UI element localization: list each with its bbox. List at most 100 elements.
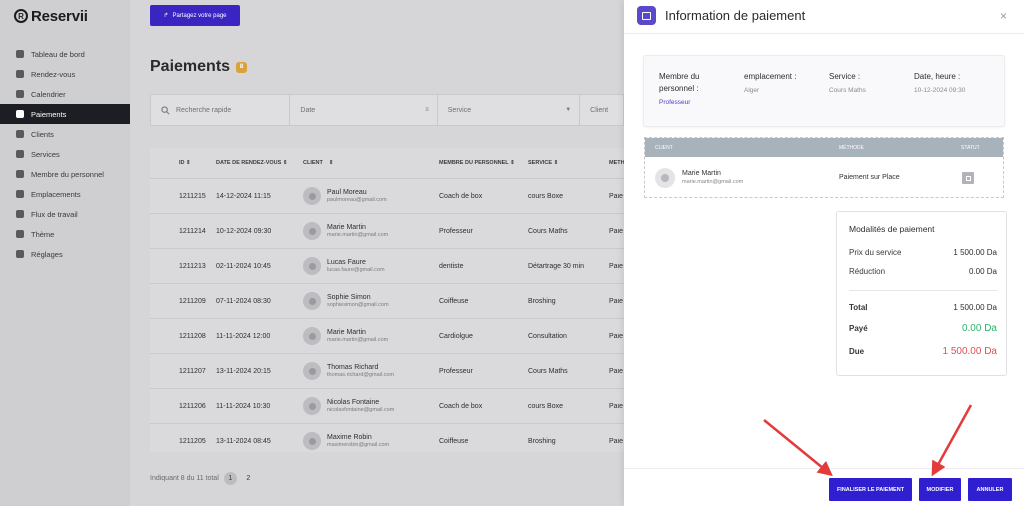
- cell-staff: Cardiolgue: [439, 332, 473, 340]
- page-2-button[interactable]: 2: [242, 472, 255, 485]
- cell-client: Paul Moreau paulmoreau@gmail.com: [303, 187, 439, 205]
- location-value: Alger: [744, 87, 760, 94]
- cell-staff: Coiffeuse: [439, 297, 469, 305]
- status-checkbox[interactable]: [962, 172, 974, 184]
- sidebar-item-calendar[interactable]: Calendrier: [0, 84, 130, 104]
- cell-method: Paie: [609, 437, 624, 445]
- avatar: [303, 222, 321, 240]
- staff-label: Membre du personnel :: [659, 72, 700, 93]
- client-name: Thomas Richard: [327, 364, 379, 371]
- count-badge: 8: [236, 61, 248, 73]
- cell-service: Broshing: [528, 437, 556, 445]
- client-email: paulmoreau@gmail.com: [327, 197, 387, 203]
- sidebar-item-theme[interactable]: Thème: [0, 224, 130, 244]
- pagination: Indiquant 8 du 11 total 1 2: [150, 472, 255, 485]
- sidebar-item-staff[interactable]: Membre du personnel: [0, 164, 130, 184]
- cell-staff: dentiste: [439, 262, 464, 270]
- close-icon[interactable]: ×: [1000, 9, 1007, 23]
- service-filter[interactable]: Service ▼: [438, 95, 581, 125]
- price-row: Prix du service 1 500.00 Da: [849, 248, 997, 257]
- brand-logo[interactable]: R Reservii: [14, 7, 88, 25]
- cancel-button[interactable]: Annuler: [968, 478, 1012, 501]
- cell-service: Cours Maths: [528, 367, 568, 375]
- client-email: marie.martin@gmail.com: [327, 232, 389, 238]
- panel-header: Information de paiement: [637, 6, 805, 25]
- workflow-icon: [16, 210, 24, 218]
- client-email: marie.martin@gmail.com: [327, 337, 389, 343]
- header-staff[interactable]: MEMBRE DU PERSONNEL ⇕: [439, 160, 528, 166]
- sidebar-item-workflow[interactable]: Flux de travail: [0, 204, 130, 224]
- avatar: [303, 397, 321, 415]
- table-row[interactable]: 1211208 11-11-2024 12:00 Marie Martin marie…: [150, 318, 624, 353]
- payment-info-panel: Information de paiement × Membre du pers…: [624, 0, 1024, 506]
- datetime-label: Date, heure :: [914, 72, 961, 81]
- cell-id: 1211206: [179, 402, 206, 410]
- avatar: [303, 327, 321, 345]
- cell-date: 13-11-2024 08:45: [216, 437, 271, 445]
- cell-client: Thomas Richard thomas.richard@gmail.com: [303, 362, 439, 380]
- sidebar-item-payments[interactable]: Paiements: [0, 104, 130, 124]
- cell-service: Cours Maths: [528, 227, 568, 235]
- location-icon: [16, 190, 24, 198]
- table-row[interactable]: 1211215 14-12-2024 11:15 Paul Moreau paulmo…: [150, 178, 624, 213]
- header-method[interactable]: METH: [609, 160, 624, 166]
- brand-name: Reservii: [31, 7, 88, 25]
- table-row[interactable]: 1211207 13-11-2024 20:15 Thomas Richard tho…: [150, 353, 624, 388]
- brand-mark-icon: R: [14, 9, 28, 23]
- sidebar-item-appointments[interactable]: Rendez-vous: [0, 64, 130, 84]
- cell-date: 07-11-2024 08:30: [216, 297, 271, 305]
- cell-service: cours Boxe: [528, 402, 564, 410]
- location-label: emplacement :: [744, 72, 797, 81]
- payment-method: Paiement sur Place: [839, 174, 900, 181]
- divider: [849, 290, 997, 291]
- avatar: [303, 187, 321, 205]
- users-icon: [16, 130, 24, 138]
- cell-method: Paie: [609, 367, 624, 375]
- panel-title: Information de paiement: [665, 8, 806, 23]
- page-1-button[interactable]: 1: [223, 472, 237, 485]
- table-row[interactable]: 1211206 11-11-2024 10:30 Nicolas Fontaine n…: [150, 388, 624, 423]
- sidebar-item-clients[interactable]: Clients: [0, 124, 130, 144]
- cell-id: 1211207: [179, 367, 206, 375]
- table-row[interactable]: 1211205 13-11-2024 08:45 Maxime Robin maxim…: [150, 423, 624, 458]
- table-header: ID ⇕ DATE DE RENDEZ-VOUS ⇕ CLIENT ⇕ MEMB…: [150, 148, 624, 178]
- user-icon: [16, 170, 24, 178]
- header-service[interactable]: SERVICE ⇕: [528, 160, 609, 166]
- header-id[interactable]: ID ⇕: [150, 160, 216, 166]
- sidebar: R Reservii Tableau de bord Rendez-vous C…: [0, 0, 130, 506]
- service-value: Cours Maths: [829, 87, 866, 94]
- header-client[interactable]: CLIENT ⇕: [303, 160, 439, 166]
- finalize-payment-button[interactable]: Finaliser le paiement: [829, 478, 912, 501]
- staff-value[interactable]: Professeur: [659, 99, 729, 106]
- cell-method: Paie: [609, 402, 624, 410]
- date-range-icon: ≡: [425, 107, 429, 113]
- list-icon: [16, 150, 24, 158]
- calendar-icon: [16, 90, 24, 98]
- sidebar-item-locations[interactable]: Emplacements: [0, 184, 130, 204]
- client-name: Lucas Faure: [327, 259, 366, 266]
- table-row[interactable]: 1211209 07-11-2024 08:30 Sophie Simon sophi…: [150, 283, 624, 318]
- client-filter[interactable]: Client: [580, 95, 623, 125]
- search-icon: [161, 105, 170, 114]
- cell-id: 1211213: [179, 262, 206, 270]
- clock-icon: [16, 70, 24, 78]
- sidebar-item-dashboard[interactable]: Tableau de bord: [0, 44, 130, 64]
- client-name: Marie Martin: [682, 170, 721, 177]
- cell-method: Paie: [609, 297, 624, 305]
- modify-button[interactable]: Modifier: [919, 478, 961, 501]
- sidebar-nav: Tableau de bord Rendez-vous Calendrier P…: [0, 44, 130, 264]
- share-page-button[interactable]: ↱ Partagez votre page: [150, 5, 240, 26]
- table-row[interactable]: 1211213 02-11-2024 10:45 Lucas Faure lucas.…: [150, 248, 624, 283]
- date-filter[interactable]: Date ≡: [290, 95, 438, 125]
- search-input[interactable]: Recherche rapide: [151, 95, 291, 125]
- sidebar-item-services[interactable]: Services: [0, 144, 130, 164]
- avatar: [303, 432, 321, 450]
- cell-service: Consultation: [528, 332, 567, 340]
- header-date[interactable]: DATE DE RENDEZ-VOUS ⇕: [216, 160, 303, 166]
- table-row[interactable]: 1211214 10-12-2024 09:30 Marie Martin marie…: [150, 213, 624, 248]
- sidebar-item-settings[interactable]: Réglages: [0, 244, 130, 264]
- cell-method: Paie: [609, 262, 624, 270]
- cell-client: Nicolas Fontaine nicolasfontaine@gmail.co…: [303, 397, 439, 415]
- client-email: marie.martin@gmail.com: [682, 179, 744, 185]
- cell-id: 1211214: [179, 227, 206, 235]
